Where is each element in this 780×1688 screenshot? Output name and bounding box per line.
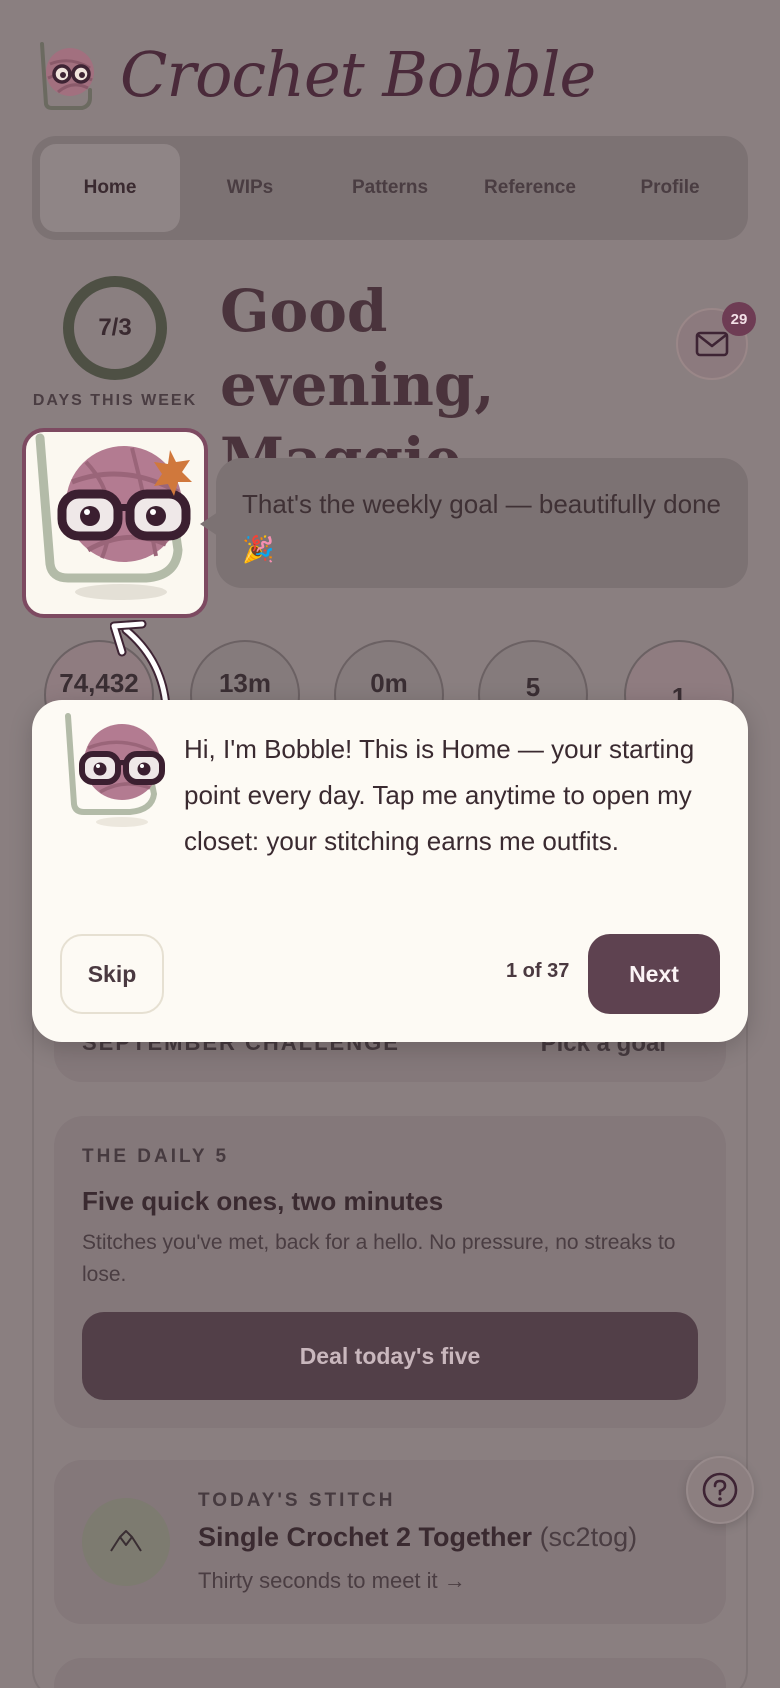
app-logo: Crochet Bobble [32, 38, 596, 112]
daily-title: Five quick ones, two minutes [82, 1186, 444, 1216]
weekly-progress-ring: 7/3 [63, 276, 167, 380]
meet-stitch-link[interactable]: Thirty seconds to meet it → [198, 1568, 466, 1594]
app-title: Crochet Bobble [120, 38, 596, 111]
question-icon [702, 1472, 738, 1508]
weekly-progress: 7/3 DAYS THIS WEEK [30, 276, 200, 410]
bobble-mascot-icon [35, 433, 192, 600]
envelope-icon [695, 331, 729, 357]
tab-wips[interactable]: WIPs [180, 144, 320, 232]
greeting-line-1: Good evening, [220, 277, 495, 419]
tab-patterns[interactable]: Patterns [320, 144, 460, 232]
mascot-avatar-button[interactable] [22, 428, 208, 618]
weekly-progress-label: DAYS THIS WEEK [32, 392, 198, 409]
stitch-abbreviation: (sc2tog) [539, 1522, 638, 1552]
stitch-title: Single Crochet 2 Together (sc2tog) [198, 1522, 637, 1553]
deal-todays-five-button[interactable]: Deal today's five [82, 1312, 698, 1400]
tour-pointer-arrow-icon [110, 620, 171, 710]
daily-description: Stitches you've met, back for a hello. N… [82, 1231, 676, 1286]
inbox-count-badge: 29 [722, 302, 756, 336]
tab-home[interactable]: Home [40, 144, 180, 232]
main-tab-bar: Home WIPs Patterns Reference Profile [32, 136, 748, 240]
stitch-thumbnail [82, 1498, 170, 1586]
skip-tour-button[interactable]: Skip [60, 934, 164, 1014]
tab-profile[interactable]: Profile [600, 144, 740, 232]
tour-step-counter: 1 of 37 [506, 960, 570, 982]
yarn-ball-logo-icon [40, 42, 94, 110]
daily-kicker: THE DAILY 5 [82, 1146, 230, 1167]
daily-five-card: THE DAILY 5 Five quick ones, two minutes… [54, 1116, 726, 1428]
stitch-kicker: TODAY'S STITCH [198, 1490, 396, 1511]
bobble-mascot-small-icon [65, 713, 165, 827]
onboarding-tour-card: Hi, I'm Bobble! This is Home — your star… [32, 700, 748, 1042]
mascot-speech-bubble: That's the weekly goal — beautifully don… [216, 458, 748, 588]
next-card [54, 1658, 726, 1688]
tab-reference[interactable]: Reference [460, 144, 600, 232]
next-step-button[interactable]: Next [588, 934, 720, 1014]
tour-message: Hi, I'm Bobble! This is Home — your star… [184, 734, 695, 856]
todays-stitch-card[interactable]: TODAY'S STITCH Single Crochet 2 Together… [54, 1460, 726, 1624]
stitch-name: Single Crochet 2 Together [198, 1522, 533, 1552]
stitch-diagram-icon [110, 1530, 142, 1552]
help-button[interactable] [686, 1456, 754, 1524]
